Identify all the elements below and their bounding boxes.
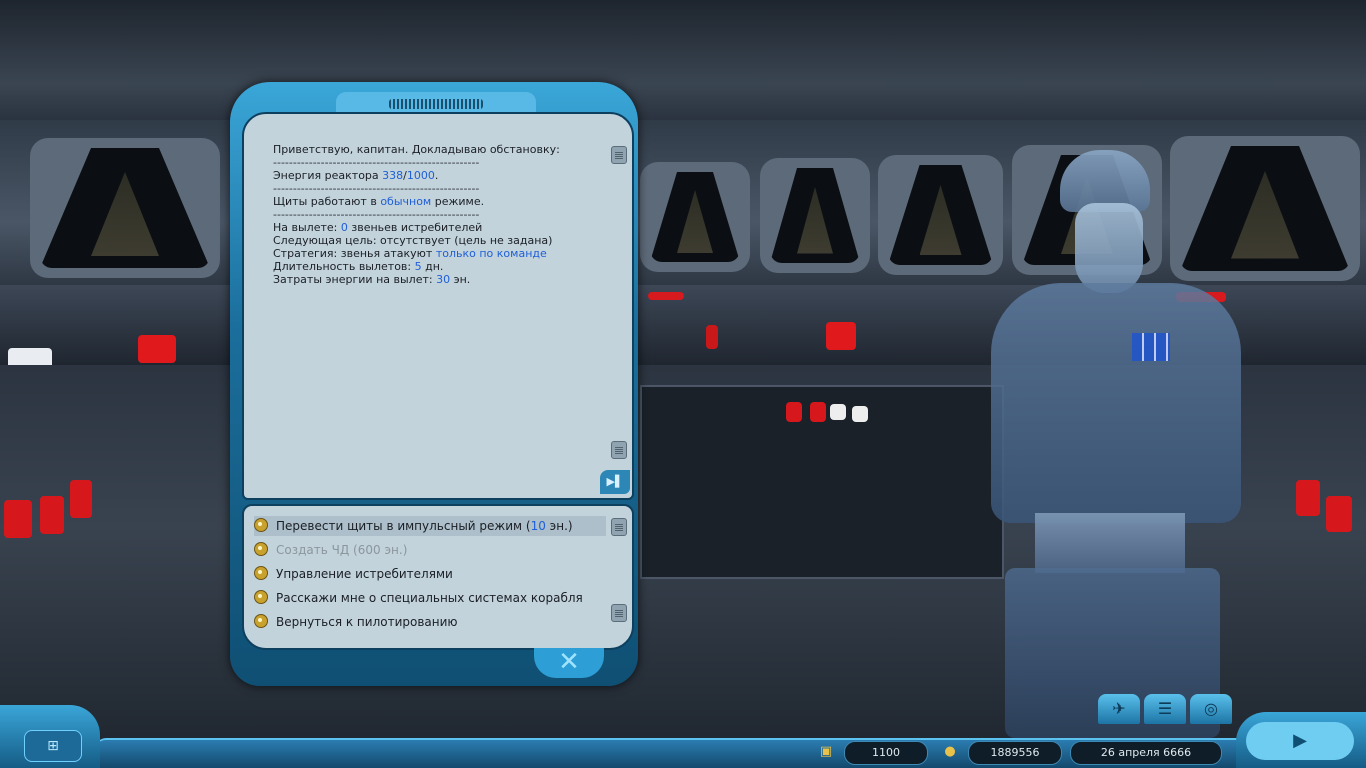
scroll-down-button[interactable]: [611, 441, 627, 459]
flight-count: 0: [340, 221, 348, 234]
ship-button[interactable]: ✈: [1098, 694, 1140, 724]
magnifier-icon: [254, 566, 268, 580]
portrait-toggle-button[interactable]: ▶▌: [600, 470, 630, 494]
officer-belt: [1035, 513, 1185, 573]
next-turn-button[interactable]: ▶: [1246, 722, 1354, 760]
energy-cost-value: 30: [436, 273, 451, 286]
stat-date: 26 апреля 6666: [1070, 741, 1222, 765]
hologram-officer: [985, 148, 1245, 738]
energy-cost-line: Затраты энергии на вылет: 30 эн.: [273, 273, 471, 286]
stat-cargo: 1100: [844, 741, 928, 765]
report-separator: ----------------------------------------…: [273, 156, 480, 169]
shields-mode: обычном: [380, 195, 432, 208]
rank-badge-icon: [1132, 333, 1170, 361]
strategy-line: Стратегия: звенья атакуют только по кома…: [273, 247, 547, 260]
console-lamp: [786, 402, 802, 422]
play-icon: ▶: [1293, 730, 1307, 751]
answer-back-to-piloting[interactable]: Вернуться к пилотированию: [254, 612, 606, 632]
report-separator: ----------------------------------------…: [273, 208, 480, 221]
console-lamp: [1326, 496, 1352, 532]
console-lamp: [826, 322, 856, 350]
reactor-line: Энергия реактора 338/1000.: [273, 169, 439, 182]
duration-value: 5: [414, 260, 422, 273]
flight-line: На вылете: 0 звеньев истребителей: [273, 221, 483, 234]
menu-button[interactable]: ⊞: [24, 730, 82, 762]
answers-scroll-down-button[interactable]: [611, 604, 627, 622]
close-dialog-button[interactable]: ✕: [534, 648, 604, 678]
reactor-current: 338: [382, 169, 404, 182]
galaxy-icon: ◎: [1204, 699, 1218, 718]
console-lamp: [830, 404, 846, 420]
viewport-window: [640, 162, 750, 272]
reactor-max: 1000: [406, 169, 435, 182]
report-separator: ----------------------------------------…: [273, 182, 480, 195]
answer-special-systems[interactable]: Расскажи мне о специальных системах кора…: [254, 588, 606, 608]
officer-torso: [991, 283, 1241, 523]
strategy-value: только по команде: [435, 247, 547, 260]
ship-icon: ✈: [1112, 699, 1126, 718]
console-lamp: [706, 325, 718, 349]
console-lamp: [810, 402, 826, 422]
officer-face: [1075, 203, 1143, 293]
magnifier-icon: [254, 614, 268, 628]
report-greeting: Приветствую, капитан. Докладываю обстано…: [273, 143, 560, 156]
stat-money: 1889556: [968, 741, 1062, 765]
magnifier-icon: [254, 542, 268, 556]
console-lamp: [40, 496, 64, 534]
close-icon: ✕: [558, 647, 580, 677]
console-lamp: [852, 406, 868, 422]
list-icon: ☰: [1157, 699, 1173, 718]
log-button[interactable]: ☰: [1144, 694, 1186, 724]
status-report: Приветствую, капитан. Докладываю обстано…: [273, 143, 603, 286]
cargo-icon: ▣: [819, 744, 833, 759]
magnifier-icon: [254, 518, 268, 532]
answer-fighter-control[interactable]: Управление истребителями: [254, 564, 606, 584]
shields-pulse-cost: 10: [530, 519, 546, 533]
answer-shields-pulse[interactable]: Перевести щиты в импульсный режим (10 эн…: [254, 516, 606, 536]
target-line: Следующая цель: отсутствует (цель не зад…: [273, 234, 553, 247]
console-lamp: [138, 335, 176, 363]
duration-line: Длительность вылетов: 5 дн.: [273, 260, 444, 273]
galaxy-map-button[interactable]: ◎: [1190, 694, 1232, 724]
scroll-up-button[interactable]: [611, 146, 627, 164]
answers-scroll-up-button[interactable]: [611, 518, 627, 536]
network-icon: ⊞: [47, 738, 59, 754]
viewport-window: [30, 138, 220, 278]
coins-icon: ●: [944, 744, 956, 759]
viewport-window: [760, 158, 870, 273]
console-lamp: [4, 500, 32, 538]
shields-line: Щиты работают в обычном режиме.: [273, 195, 485, 208]
magnifier-icon: [254, 590, 268, 604]
console-lamp: [70, 480, 92, 518]
ceiling: [0, 0, 1366, 120]
console-lamp: [648, 292, 684, 300]
console-lamp: [1296, 480, 1320, 516]
answer-create-black-hole[interactable]: Создать ЧД (600 эн.): [254, 540, 606, 560]
